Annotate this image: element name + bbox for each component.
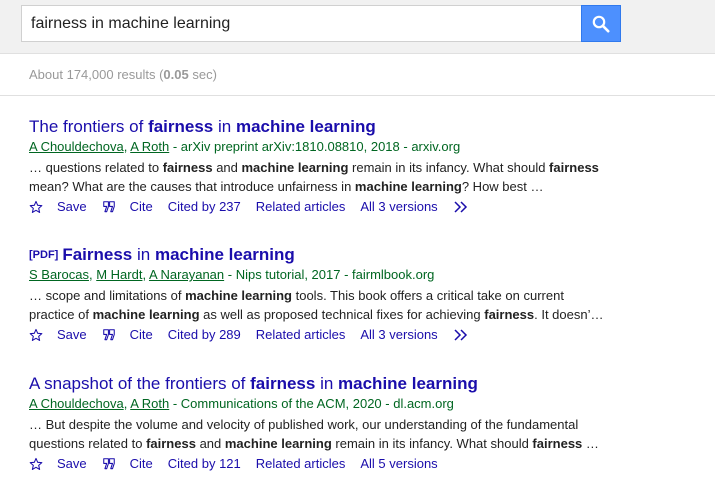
snippet-segment: remain in its infancy. What should [348, 160, 550, 175]
snippet-segment: … [582, 436, 599, 451]
star-icon [29, 457, 50, 471]
cite-button[interactable]: Cite [102, 326, 153, 343]
result-title-segment: in [315, 374, 339, 393]
save-button[interactable]: Save [29, 455, 87, 472]
save-label: Save [57, 327, 87, 342]
search-time: 0.05 [163, 67, 189, 82]
author-link[interactable]: A Roth [130, 139, 169, 154]
all-versions-link[interactable]: All 5 versions [360, 455, 437, 472]
all-versions-link[interactable]: All 3 versions [360, 326, 437, 343]
related-articles-link[interactable]: Related articles [256, 455, 346, 472]
snippet-segment: machine learning [354, 179, 462, 194]
result-title-segment: in [132, 245, 155, 264]
results-count: About 174,000 results (0.05 sec) [29, 67, 217, 82]
snippet-segment: machine learning [92, 307, 200, 322]
snippet-segment: machine learning [185, 288, 292, 303]
cite-label: Cite [129, 456, 153, 471]
double-chevron-icon[interactable] [453, 328, 469, 341]
result-title-segment: in [213, 117, 236, 136]
author-link[interactable]: A Chouldechova [29, 139, 124, 154]
snippet-segment: machine learning [224, 436, 332, 451]
author-link[interactable]: A Narayanan [149, 267, 224, 282]
result-authors-line: S Barocas, M Hardt, A Narayanan - Nips t… [29, 267, 435, 282]
snippet-segment: machine learning [241, 160, 349, 175]
author-link[interactable]: M Hardt [96, 267, 142, 282]
cite-button[interactable]: Cite [102, 455, 153, 472]
result-title-segment: machine learning [235, 117, 376, 136]
results-stats-bar: About 174,000 results (0.05 sec) [0, 54, 715, 96]
snippet-segment: fairness [549, 160, 599, 175]
star-icon [29, 328, 50, 342]
result-actions: Save Cite Cited by 121 Related articles All … [29, 455, 649, 472]
cite-label: Cite [129, 327, 153, 342]
save-label: Save [57, 199, 87, 214]
result-source: - Communications of the ACM, 2020 - dl.a… [169, 396, 454, 411]
result-authors-line: A Chouldechova, A Roth - Communications … [29, 396, 454, 411]
search-input[interactable] [21, 5, 582, 42]
result-actions: Save Cite Cited by 289 Related articles All … [29, 326, 649, 343]
result-snippet: … scope and limitations of machine learn… [29, 286, 609, 324]
result-title-segment: A snapshot of the frontiers of [29, 374, 251, 393]
search-button[interactable] [581, 5, 621, 42]
save-button[interactable]: Save [29, 198, 87, 215]
search-result: The frontiers of fairness in machine lea… [29, 117, 649, 215]
snippet-segment: fairness [484, 307, 535, 322]
cited-by-link[interactable]: Cited by 237 [168, 198, 241, 215]
result-title-link[interactable]: The frontiers of fairness in machine lea… [29, 117, 649, 137]
save-button[interactable]: Save [29, 326, 87, 343]
snippet-segment: fairness [162, 160, 213, 175]
pdf-tag[interactable]: [PDF] [29, 249, 58, 261]
author-link[interactable]: S Barocas [29, 267, 89, 282]
all-versions-link[interactable]: All 3 versions [360, 198, 437, 215]
result-source: - Nips tutorial, 2017 - fairmlbook.org [224, 267, 435, 282]
snippet-segment: as well as proposed technical fixes for … [199, 307, 485, 322]
cite-button[interactable]: Cite [102, 198, 153, 215]
top-bar [0, 0, 715, 54]
result-title-segment: fairness [250, 374, 316, 393]
result-source: - arXiv preprint arXiv:1810.08810, 2018 … [169, 139, 461, 154]
result-authors-line: A Chouldechova, A Roth - arXiv preprint … [29, 139, 461, 154]
quote-icon [102, 200, 123, 214]
result-title-segment: machine learning [154, 245, 295, 264]
cited-by-link[interactable]: Cited by 289 [168, 326, 241, 343]
cite-label: Cite [129, 199, 153, 214]
save-label: Save [57, 456, 87, 471]
quote-icon [102, 457, 123, 471]
result-title-segment: machine learning [338, 374, 478, 393]
star-icon [29, 200, 50, 214]
snippet-segment: and [195, 436, 225, 451]
cited-by-link[interactable]: Cited by 121 [168, 455, 241, 472]
author-link[interactable]: A Chouldechova [29, 396, 124, 411]
search-result: A snapshot of the frontiers of fairness … [29, 374, 649, 472]
snippet-segment: and [212, 160, 242, 175]
quote-icon [102, 328, 123, 342]
search-result: [PDF] Fairness in machine learning S Baroc… [29, 245, 649, 343]
search-icon [592, 15, 610, 33]
result-title-link[interactable]: [PDF] Fairness in machine learning [29, 245, 649, 265]
snippet-segment: ? How best … [461, 179, 544, 194]
result-snippet: … But despite the volume and velocity of… [29, 415, 609, 453]
related-articles-link[interactable]: Related articles [256, 198, 346, 215]
result-actions: Save Cite Cited by 237 Related articles All … [29, 198, 649, 215]
snippet-segment: fairness [532, 436, 583, 451]
snippet-segment: … scope and limitations of [29, 288, 186, 303]
double-chevron-icon[interactable] [453, 200, 469, 213]
result-snippet: … questions related to fairness and mach… [29, 158, 609, 196]
snippet-segment: … questions related to [29, 160, 163, 175]
related-articles-link[interactable]: Related articles [256, 326, 346, 343]
result-title-link[interactable]: A snapshot of the frontiers of fairness … [29, 374, 649, 394]
snippet-segment: remain in its infancy. What should [331, 436, 533, 451]
result-title-segment: The frontiers of [29, 117, 149, 136]
snippet-segment: mean? What are the causes that introduce… [29, 179, 355, 194]
author-link[interactable]: A Roth [130, 396, 169, 411]
result-title-segment: Fairness [62, 245, 133, 264]
result-title-segment: fairness [148, 117, 214, 136]
snippet-segment: . It doesn’… [534, 307, 604, 322]
snippet-segment: fairness [146, 436, 196, 451]
